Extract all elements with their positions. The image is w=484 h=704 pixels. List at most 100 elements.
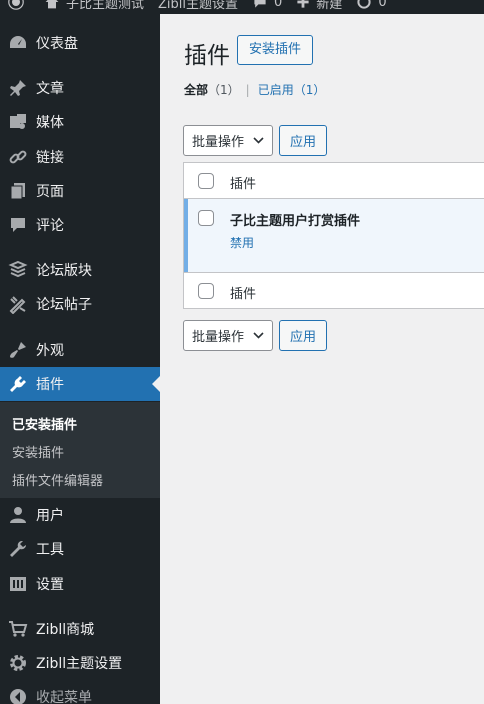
menu-tools[interactable]: 工具: [0, 532, 160, 566]
settings-icon: [8, 574, 28, 594]
theme-settings-link[interactable]: Zibll主题设置: [158, 0, 238, 12]
user-icon: [8, 505, 28, 525]
menu-label: 评论: [36, 218, 64, 234]
menu-label: 论坛版块: [36, 263, 92, 279]
filter-separator: |: [245, 82, 250, 97]
table-header-row: 插件: [184, 163, 484, 199]
chevron-down-icon: [253, 332, 264, 339]
filter-active[interactable]: 已启用（1）: [258, 81, 326, 98]
admin-sidebar: 仪表盘 文章 媒体 链接 页面 评论 论坛版块 论坛帖子 外观 插件 已安装插件: [0, 14, 160, 704]
forum-post-icon: [8, 294, 28, 314]
home-icon: [45, 0, 59, 9]
filter-all-label: 全部: [184, 83, 209, 97]
menu-collapse[interactable]: 收起菜单: [0, 680, 160, 704]
comments-count: 0: [274, 0, 283, 10]
plugin-icon: [8, 374, 28, 394]
site-name: 子比主题测试: [66, 0, 145, 12]
filter-all[interactable]: 全部（1）: [184, 81, 240, 98]
select-all-checkbox[interactable]: [198, 173, 214, 189]
plugin-checkbox[interactable]: [198, 210, 214, 226]
pin-icon: [8, 78, 28, 98]
main-content: 插件 安装插件 全部（1） | 已启用（1） 批量操作 应用 插件 子比主题用户…: [160, 14, 484, 704]
new-content-link[interactable]: 新建: [296, 0, 342, 12]
cart-icon: [8, 619, 28, 639]
plugins-submenu: 已安装插件 安装插件 插件文件编辑器: [0, 402, 160, 498]
menu-links[interactable]: 链接: [0, 140, 160, 174]
comment-bubble-icon: [254, 0, 266, 8]
menu-appearance[interactable]: 外观: [0, 333, 160, 367]
new-label: 新建: [316, 0, 343, 12]
bulk-action-select-top[interactable]: 批量操作: [183, 125, 273, 156]
forum-icon: [8, 260, 28, 280]
page-icon: [8, 181, 28, 201]
plugin-status-filters: 全部（1） | 已启用（1）: [184, 81, 325, 98]
submenu-installed-plugins[interactable]: 已安装插件: [12, 414, 77, 433]
table-row: 子比主题用户打赏插件 禁用: [184, 199, 484, 272]
filter-all-count: （1）: [208, 83, 240, 97]
menu-media[interactable]: 媒体: [0, 105, 160, 139]
menu-label: 链接: [36, 150, 64, 166]
site-name-link[interactable]: 子比主题测试: [44, 0, 144, 12]
bulk-action-label: 批量操作: [192, 330, 245, 345]
menu-label: 文章: [36, 81, 64, 97]
menu-comments[interactable]: 评论: [0, 208, 160, 242]
plus-icon: [297, 0, 309, 8]
menu-forum-sections[interactable]: 论坛版块: [0, 253, 160, 287]
gear-icon: [8, 653, 28, 673]
menu-posts[interactable]: 文章: [0, 71, 160, 105]
menu-label: 收起菜单: [36, 690, 92, 704]
add-plugin-button[interactable]: 安装插件: [237, 35, 314, 65]
comment-icon: [8, 215, 28, 235]
deactivate-link[interactable]: 禁用: [230, 234, 254, 251]
select-all-checkbox-bottom[interactable]: [198, 283, 214, 299]
admin-bar: 子比主题测试 Zibll主题设置 0 新建 0: [0, 0, 484, 14]
updates-icon: [357, 0, 371, 9]
filter-active-label: 已启用: [257, 83, 294, 97]
menu-label: 仪表盘: [36, 36, 78, 52]
menu-pages[interactable]: 页面: [0, 174, 160, 208]
updates-count: 0: [378, 0, 387, 10]
wordpress-logo[interactable]: [8, 0, 30, 10]
page-title: 插件: [184, 43, 230, 69]
submenu-add-plugin[interactable]: 安装插件: [12, 442, 64, 461]
link-icon: [8, 147, 28, 167]
apply-button-bottom[interactable]: 应用: [279, 320, 327, 351]
menu-zibll-shop[interactable]: Zibll商城: [0, 612, 160, 646]
menu-forum-posts[interactable]: 论坛帖子: [0, 287, 160, 321]
menu-label: 页面: [36, 184, 64, 200]
submenu-plugin-editor[interactable]: 插件文件编辑器: [12, 470, 103, 489]
menu-label: 插件: [36, 377, 64, 393]
menu-settings[interactable]: 设置: [0, 567, 160, 601]
wordpress-icon: [8, 0, 24, 10]
bulk-action-select-bottom[interactable]: 批量操作: [183, 320, 273, 351]
current-menu-arrow: [152, 376, 160, 392]
menu-label: 媒体: [36, 115, 64, 131]
filter-active-count: （1）: [293, 83, 326, 97]
menu-label: Zibll主题设置: [36, 656, 123, 672]
appearance-icon: [8, 340, 28, 360]
apply-button-top[interactable]: 应用: [279, 125, 327, 156]
menu-users[interactable]: 用户: [0, 498, 160, 532]
collapse-icon: [8, 687, 28, 704]
wrench-icon: [8, 539, 28, 559]
comments-link[interactable]: 0: [252, 0, 282, 10]
menu-label: Zibll商城: [36, 622, 95, 638]
menu-label: 外观: [36, 343, 64, 359]
table-footer-row: 插件: [184, 272, 484, 309]
chevron-down-icon: [253, 137, 264, 144]
plugins-table: 插件 子比主题用户打赏插件 禁用 插件: [183, 162, 484, 309]
menu-label: 用户: [36, 508, 64, 524]
media-icon: [8, 112, 28, 132]
menu-plugins[interactable]: 插件: [0, 367, 160, 401]
bulk-action-label: 批量操作: [192, 135, 245, 150]
menu-zibll-theme-settings[interactable]: Zibll主题设置: [0, 646, 160, 680]
menu-label: 论坛帖子: [36, 297, 92, 313]
column-footer-plugin: 插件: [230, 287, 257, 302]
menu-label: 工具: [36, 542, 64, 558]
menu-dashboard[interactable]: 仪表盘: [0, 26, 160, 60]
column-header-plugin: 插件: [230, 177, 257, 192]
updates-link[interactable]: 0: [356, 0, 387, 10]
menu-label: 设置: [36, 577, 64, 593]
dashboard-icon: [8, 33, 28, 53]
plugin-name: 子比主题用户打赏插件: [230, 214, 361, 229]
